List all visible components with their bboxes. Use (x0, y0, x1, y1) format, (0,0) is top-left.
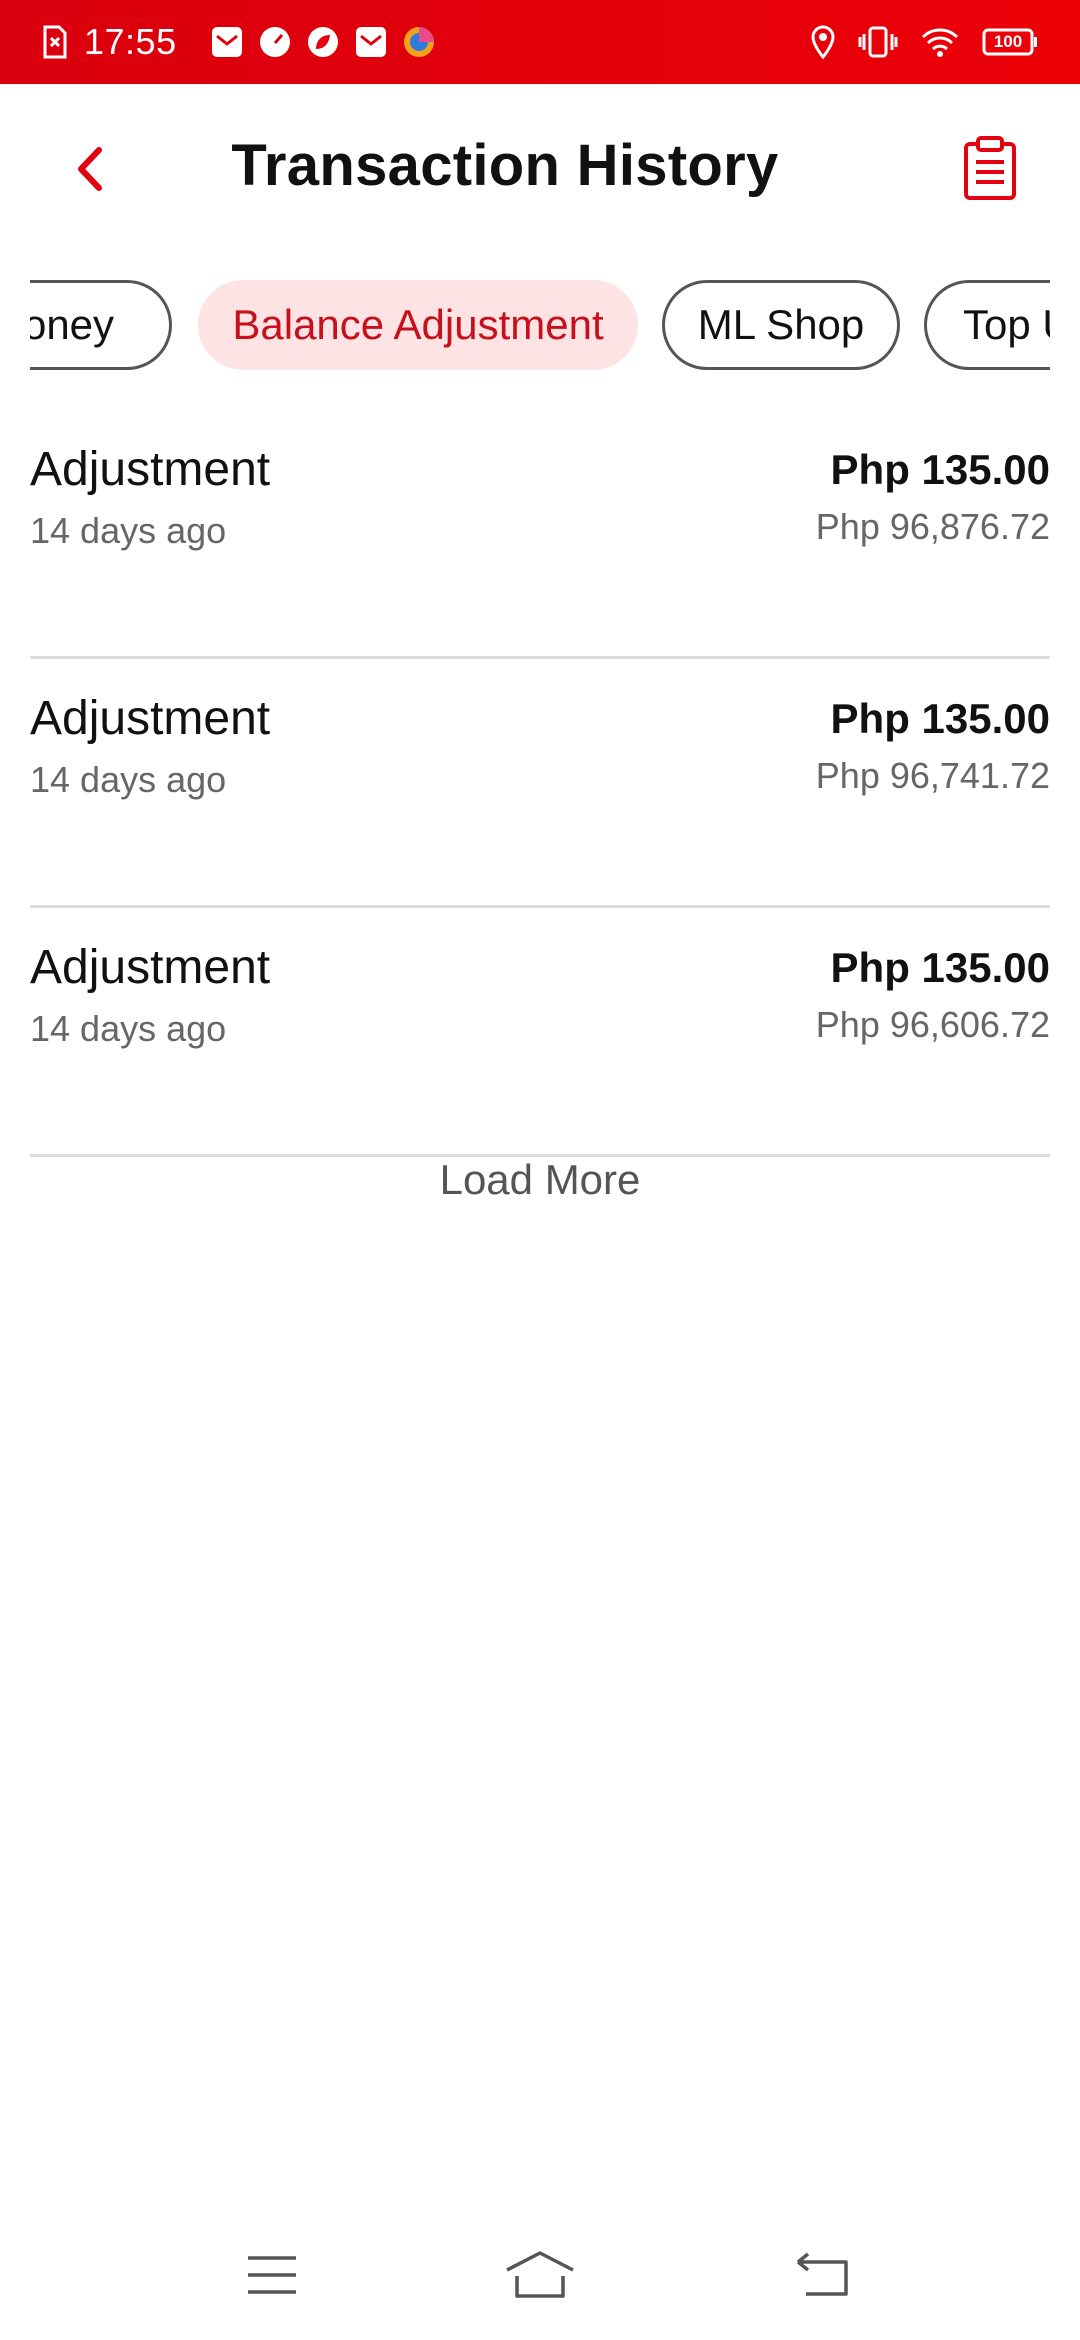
battery-level: 100 (993, 32, 1023, 51)
transaction-title: Adjustment (30, 443, 271, 496)
transaction-time: 14 days ago (30, 1008, 227, 1049)
battery-icon: 100 (982, 28, 1038, 56)
leaf-icon (307, 26, 339, 58)
menu-icon (248, 2256, 296, 2294)
transaction-title: Adjustment (30, 941, 271, 994)
mail-icon (355, 26, 387, 58)
back-icon (796, 2252, 848, 2296)
chip-money[interactable]: Money (30, 280, 172, 370)
home-icon (506, 2251, 574, 2298)
filter-chips[interactable]: Money Balance Adjustment ML Shop Top Up (30, 280, 1050, 372)
menu-button[interactable] (222, 2240, 322, 2310)
transaction-amount: Php 135.00 (830, 944, 1050, 991)
transaction-title: Adjustment (30, 692, 271, 745)
transaction-balance: Php 96,741.72 (815, 755, 1050, 796)
status-bar: 17:55 100 (0, 0, 1080, 84)
transaction-row[interactable]: Adjustment 14 days ago Php 135.00 Php 96… (30, 410, 1050, 659)
transaction-balance: Php 96,606.72 (815, 1004, 1050, 1045)
transaction-balance: Php 96,876.72 (815, 506, 1050, 547)
transaction-history-screen: 17:55 100 Transaction History oney Balan… (0, 0, 1080, 2340)
home-button[interactable] (490, 2240, 590, 2310)
chip-ml-shop[interactable]: ML Shop (662, 280, 900, 370)
transaction-amount: Php 135.00 (830, 446, 1050, 493)
load-more-button[interactable]: Load More (0, 1156, 1080, 1204)
sim-error-icon (42, 25, 68, 59)
transaction-time: 14 days ago (30, 510, 227, 551)
status-time: 17:55 (84, 21, 177, 62)
back-nav-button[interactable] (772, 2240, 872, 2310)
system-nav-bar (0, 2200, 1080, 2340)
app-header: Transaction History (0, 84, 1080, 252)
browser-icon (403, 26, 435, 58)
statement-button[interactable] (962, 136, 1026, 206)
transaction-time: 14 days ago (30, 759, 227, 800)
chip-balance-adjustment[interactable]: Balance Adjustment (198, 280, 638, 370)
speed-icon (259, 26, 291, 58)
vibrate-icon (858, 26, 898, 58)
transaction-list: Adjustment 14 days ago Php 135.00 Php 96… (30, 410, 1050, 1157)
transaction-row[interactable]: Adjustment 14 days ago Php 135.00 Php 96… (30, 659, 1050, 908)
transaction-row[interactable]: Adjustment 14 days ago Php 135.00 Php 96… (30, 908, 1050, 1157)
transaction-amount: Php 135.00 (830, 695, 1050, 742)
location-icon (810, 25, 836, 59)
page-title: Transaction History (231, 133, 779, 198)
clipboard-icon (964, 136, 1016, 200)
mail-icon (211, 26, 243, 58)
wifi-icon (920, 26, 960, 58)
chip-top-up[interactable]: Top Up (924, 280, 1050, 370)
